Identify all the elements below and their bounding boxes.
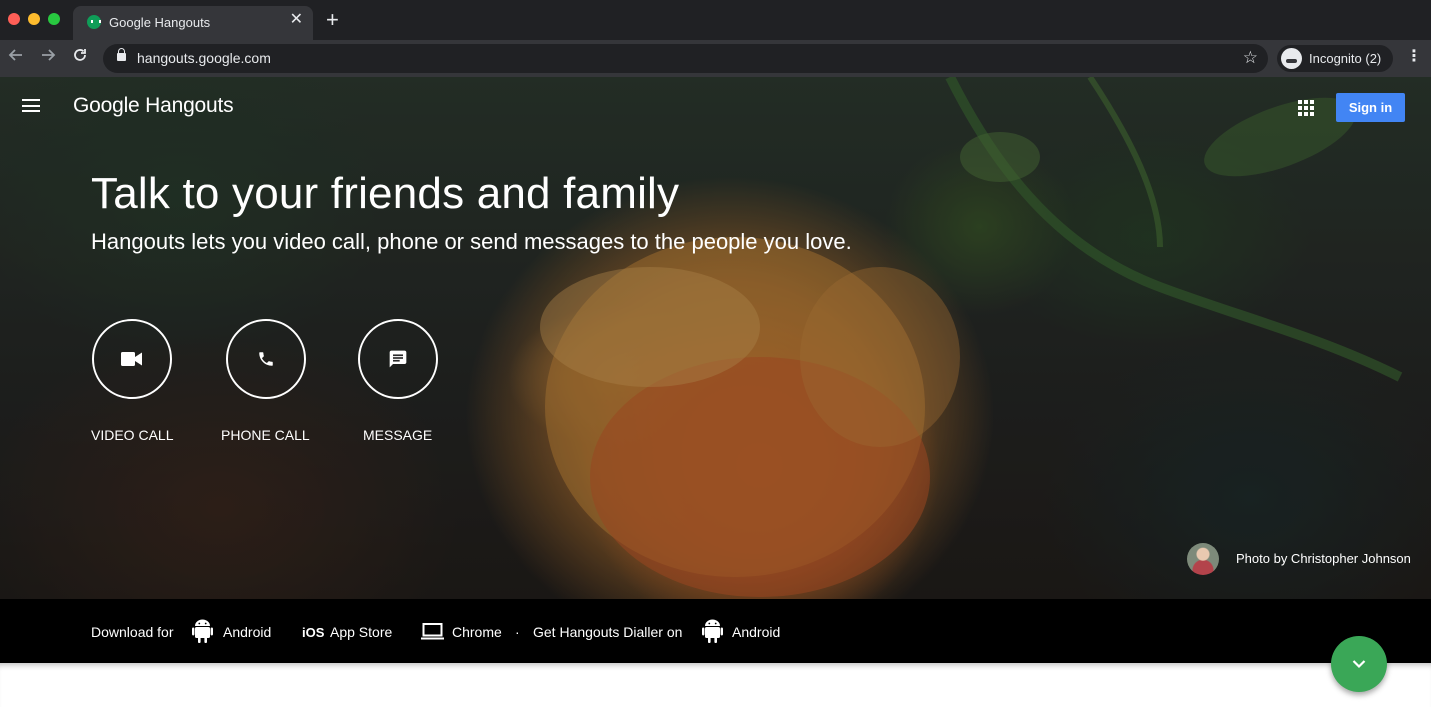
hero-headline: Talk to your friends and family xyxy=(91,169,680,218)
phone-icon xyxy=(259,352,273,366)
videocam-icon xyxy=(121,352,142,366)
menu-icon[interactable] xyxy=(22,99,40,112)
photographer-avatar xyxy=(1187,543,1219,575)
ios-icon: iOS xyxy=(302,625,325,640)
laptop-icon xyxy=(421,623,444,640)
photo-credit-text: Photo by Christopher Johnson xyxy=(1236,551,1411,566)
reload-icon[interactable] xyxy=(72,46,88,68)
phone-call-label[interactable]: PHONE CALL xyxy=(221,427,310,443)
window-zoom-button[interactable] xyxy=(48,13,60,25)
download-app-store-link[interactable]: App Store xyxy=(330,624,392,640)
tab-close-icon[interactable]: ✕ xyxy=(290,12,303,28)
download-prefix: Download for xyxy=(91,624,174,640)
message-button[interactable] xyxy=(358,319,438,399)
window-close-button[interactable] xyxy=(8,13,20,25)
back-arrow-icon[interactable] xyxy=(8,46,24,68)
sign-in-button[interactable]: Sign in xyxy=(1336,93,1405,122)
hero-overlay xyxy=(0,77,1431,599)
page-below-fold xyxy=(0,663,1431,707)
browser-toolbar: hangouts.google.com ☆ Incognito (2) ⋮ xyxy=(0,40,1431,77)
forward-arrow-icon[interactable] xyxy=(40,46,56,68)
download-bar: Download for Android iOS App Store Chrom… xyxy=(0,599,1431,663)
download-android-link[interactable]: Android xyxy=(223,624,271,640)
android-icon xyxy=(702,619,723,643)
google-hangouts-logo[interactable]: Google Hangouts xyxy=(73,94,234,118)
android-icon xyxy=(192,619,213,643)
dialler-prefix: Get Hangouts Dialler on xyxy=(533,624,683,640)
address-bar[interactable]: hangouts.google.com ☆ xyxy=(103,44,1268,73)
separator-dot: · xyxy=(515,624,520,640)
lock-icon xyxy=(117,48,126,61)
dialler-android-link[interactable]: Android xyxy=(732,624,780,640)
hero-section: Google Hangouts Sign in Talk to your fri… xyxy=(0,77,1431,599)
phone-call-button[interactable] xyxy=(226,319,306,399)
chevron-down-icon xyxy=(1352,660,1366,669)
browser-tab-bar: Google Hangouts ✕ + xyxy=(0,0,1431,40)
incognito-icon xyxy=(1281,48,1302,69)
message-label[interactable]: MESSAGE xyxy=(363,427,432,443)
video-call-label[interactable]: VIDEO CALL xyxy=(91,427,173,443)
download-chrome-link[interactable]: Chrome xyxy=(452,624,502,640)
browser-tab[interactable]: Google Hangouts ✕ xyxy=(73,6,313,40)
message-icon xyxy=(389,350,407,368)
url-text[interactable]: hangouts.google.com xyxy=(137,50,271,66)
hangouts-favicon-icon xyxy=(87,15,101,29)
hero-subhead: Hangouts lets you video call, phone or s… xyxy=(91,229,852,254)
incognito-label: Incognito (2) xyxy=(1309,51,1382,66)
window-minimize-button[interactable] xyxy=(28,13,40,25)
incognito-profile-button[interactable]: Incognito (2) xyxy=(1277,45,1393,72)
new-tab-button[interactable]: + xyxy=(326,9,339,31)
video-call-button[interactable] xyxy=(92,319,172,399)
star-icon[interactable]: ☆ xyxy=(1243,48,1258,68)
tab-title: Google Hangouts xyxy=(109,15,211,30)
scroll-down-button[interactable] xyxy=(1331,636,1387,692)
more-vert-icon[interactable]: ⋮ xyxy=(1406,47,1422,67)
apps-grid-icon[interactable] xyxy=(1298,100,1314,116)
